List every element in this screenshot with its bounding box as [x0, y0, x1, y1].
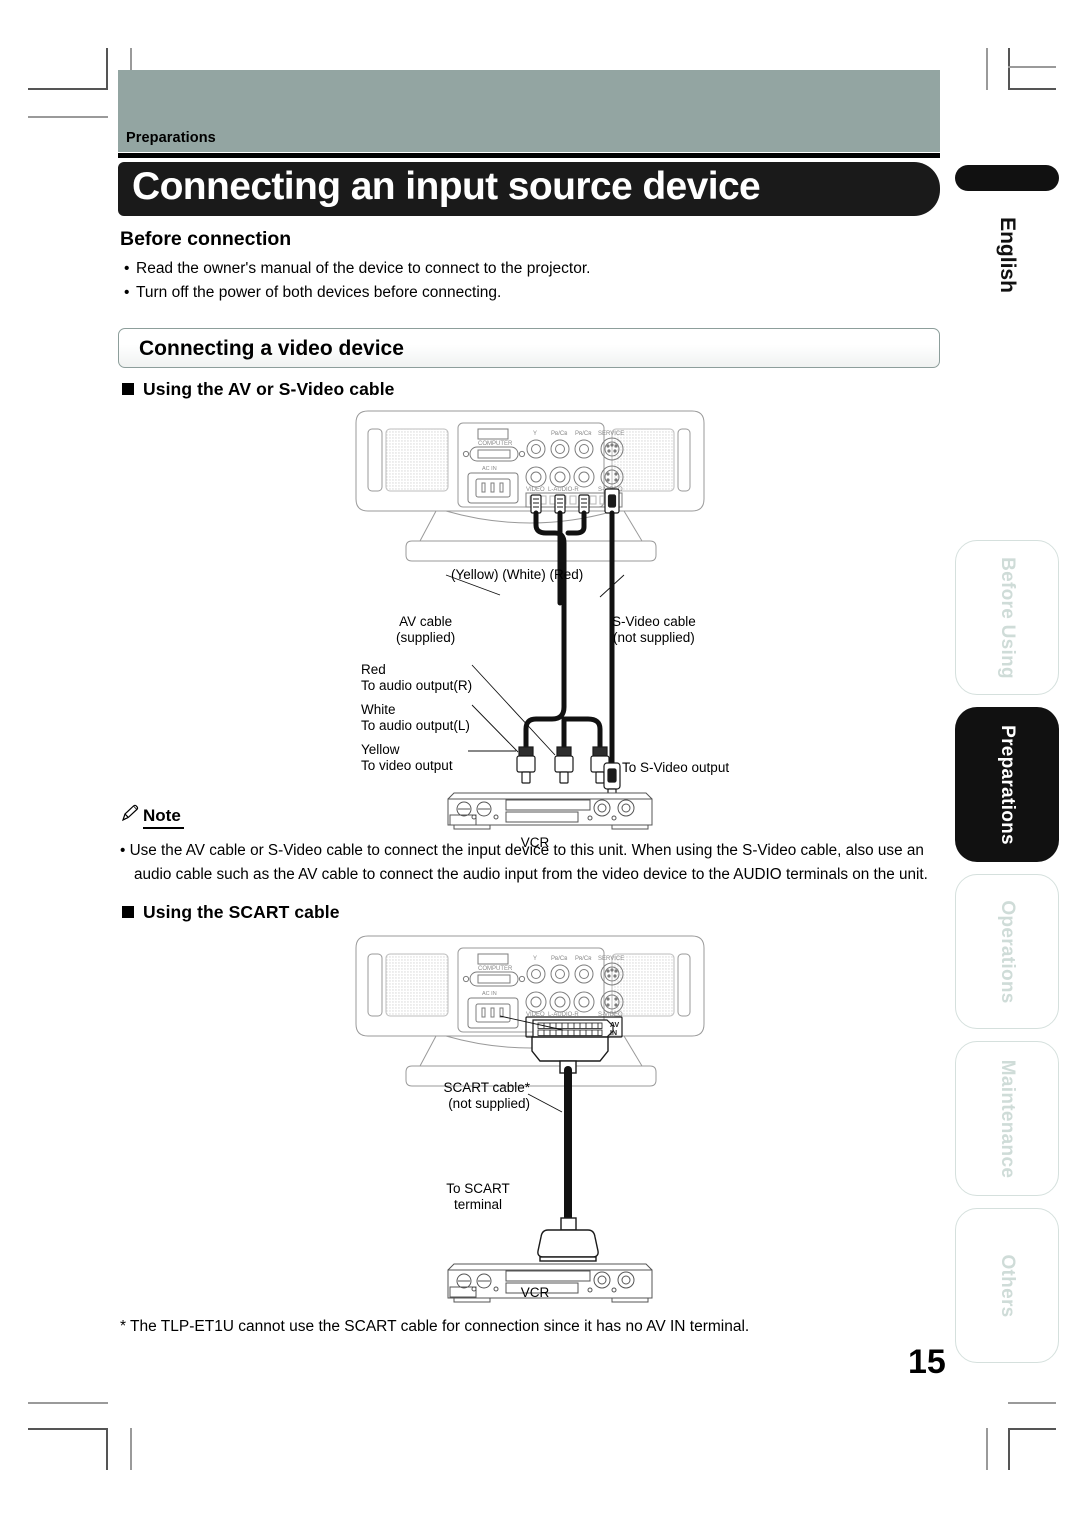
- scart-cable-label-line1: SCART cable*: [443, 1080, 530, 1095]
- note-body-line2: audio cable such as the AV cable to conn…: [134, 866, 928, 883]
- crop-mark-top-left-v: [106, 48, 108, 90]
- index-tab-preparations[interactable]: Preparations: [955, 707, 1059, 862]
- bullet-glyph: •: [124, 284, 130, 301]
- yellow-output-label: Yellow To video output: [361, 742, 453, 774]
- scart-terminal-label-line2: terminal: [453, 1196, 502, 1212]
- svg-text:SERVICE: SERVICE: [598, 431, 624, 437]
- page-title: Connecting an input source device: [132, 165, 761, 208]
- crop-mark-bottom-right-bleed-v: [986, 1428, 988, 1470]
- scart-cable-leader-line: [527, 1093, 563, 1113]
- svg-text:COMPUTER: COMPUTER: [478, 441, 513, 447]
- vcr-label-scart: VCR: [520, 1285, 550, 1300]
- note-body-line1: • Use the AV cable or S-Video cable to c…: [120, 842, 924, 859]
- before-connection-bullet-2: • Turn off the power of both devices befo…: [124, 284, 501, 302]
- section-heading-label: Connecting a video device: [139, 337, 404, 360]
- red-label-line1: Red: [361, 662, 386, 677]
- svg-text:Pʙ/Cʙ: Pʙ/Cʙ: [551, 431, 567, 437]
- crop-mark-bottom-right-bleed-h: [1008, 1402, 1056, 1404]
- footnote: * The TLP-ET1U cannot use the SCART cabl…: [120, 1318, 750, 1335]
- bullet-glyph: •: [124, 260, 130, 277]
- svg-text:AV: AV: [610, 1022, 620, 1029]
- crop-mark-top-right-v: [1008, 48, 1010, 90]
- svg-text:VIDEO: VIDEO: [526, 487, 545, 493]
- svg-text:IN: IN: [610, 1030, 617, 1037]
- svg-text:Y: Y: [533, 431, 537, 437]
- scart-illustration: COMPUTER AC IN Y Pʙ/Cʙ Pʀ/Cʀ SERVICE VID…: [350, 932, 710, 1312]
- subheading-scart: Using the SCART cable: [122, 902, 340, 923]
- index-tab-maintenance[interactable]: Maintenance: [955, 1041, 1059, 1196]
- av-cable-label: AV cable (supplied): [396, 614, 455, 646]
- to-svideo-output-label: To S-Video output: [622, 760, 730, 775]
- banner-section-label: Preparations: [126, 130, 216, 146]
- section-banner: Preparations: [118, 70, 940, 152]
- crop-mark-bottom-left-bleed-v: [130, 1428, 132, 1470]
- svg-text:Pʀ/Cʀ: Pʀ/Cʀ: [575, 956, 592, 962]
- white-label-line2: To audio output(L): [361, 717, 470, 733]
- index-tab-before-using[interactable]: Before Using: [955, 540, 1059, 695]
- subheading-label: Using the AV or S-Video cable: [143, 379, 395, 399]
- scart-terminal-label-line1: To SCART: [446, 1181, 510, 1196]
- bullet-text: Read the owner's manual of the device to…: [136, 260, 591, 277]
- index-tab-preparations-label: Preparations: [997, 724, 1018, 845]
- scart-terminal-label: To SCART terminal: [430, 1181, 526, 1213]
- crop-mark-top-left-bleed-h: [28, 116, 108, 118]
- svideo-cable-label-line1: S-Video cable: [612, 614, 696, 629]
- av-cable-label-line1: AV cable: [399, 614, 453, 629]
- white-output-label: White To audio output(L): [361, 702, 470, 734]
- svg-text:Pʙ/Cʙ: Pʙ/Cʙ: [551, 956, 567, 962]
- crop-mark-bottom-left-v: [106, 1428, 108, 1470]
- index-tab-before-using-label: Before Using: [997, 556, 1018, 679]
- svg-text:Pʀ/Cʀ: Pʀ/Cʀ: [575, 431, 592, 437]
- index-tab-others-label: Others: [997, 1253, 1018, 1318]
- svg-text:SERVICE: SERVICE: [598, 956, 624, 962]
- plug-colors-label: (Yellow) (White) (Red): [451, 567, 584, 582]
- page-number: 15: [908, 1343, 946, 1381]
- section-heading-box: Connecting a video device: [118, 328, 940, 368]
- svg-text:AC IN: AC IN: [482, 466, 497, 472]
- crop-mark-top-right-bleed-h: [1008, 66, 1056, 68]
- scart-cable-label-line2: (not supplied): [448, 1095, 530, 1111]
- crop-mark-bottom-left-bleed-h: [28, 1402, 108, 1404]
- crop-mark-bottom-right-v: [1008, 1428, 1010, 1470]
- index-tab-others[interactable]: Others: [955, 1208, 1059, 1363]
- white-label-line1: White: [361, 702, 396, 717]
- svg-text:Y: Y: [533, 956, 537, 962]
- crop-mark-top-left-h: [28, 88, 108, 90]
- index-tab-operations[interactable]: Operations: [955, 874, 1059, 1029]
- index-tab-maintenance-label: Maintenance: [997, 1059, 1018, 1178]
- red-output-label: Red To audio output(R): [361, 662, 472, 694]
- page-title-bar: Connecting an input source device: [118, 162, 940, 216]
- yellow-label-line2: To video output: [361, 757, 453, 773]
- red-label-line2: To audio output(R): [361, 677, 473, 693]
- svg-text:AC IN: AC IN: [482, 991, 497, 997]
- subheading-label: Using the SCART cable: [143, 902, 340, 922]
- page-content: Preparations Connecting an input source …: [118, 70, 956, 1390]
- svideo-cable-label: S-Video cable (not supplied): [612, 614, 696, 646]
- scart-cable-label: SCART cable* (not supplied): [408, 1080, 530, 1112]
- note-title: Note: [143, 806, 184, 829]
- crop-mark-top-right-bleed-v: [986, 48, 988, 90]
- subheading-av-svideo: Using the AV or S-Video cable: [122, 379, 395, 400]
- bullet-text: Turn off the power of both devices befor…: [136, 284, 502, 301]
- before-connection-bullet-1: • Read the owner's manual of the device t…: [124, 260, 590, 278]
- before-connection-heading: Before connection: [120, 228, 292, 250]
- square-bullet-icon: [122, 906, 134, 918]
- index-tab-operations-label: Operations: [997, 899, 1018, 1004]
- svg-text:COMPUTER: COMPUTER: [478, 966, 513, 972]
- crop-mark-top-right-h: [1008, 88, 1056, 90]
- svideo-cable-label-line2: (not supplied): [613, 629, 695, 645]
- pencil-icon: [121, 804, 139, 822]
- yellow-label-line1: Yellow: [361, 742, 400, 757]
- crop-mark-bottom-left-h: [28, 1428, 108, 1430]
- index-tab-rail: Before Using Preparations Operations Mai…: [955, 165, 1063, 1363]
- av-cable-label-line2: (supplied): [396, 629, 456, 645]
- svg-text:L-AUDIO-R: L-AUDIO-R: [548, 487, 579, 493]
- square-bullet-icon: [122, 383, 134, 395]
- crop-mark-bottom-right-h: [1008, 1428, 1056, 1430]
- banner-rule: [118, 153, 940, 158]
